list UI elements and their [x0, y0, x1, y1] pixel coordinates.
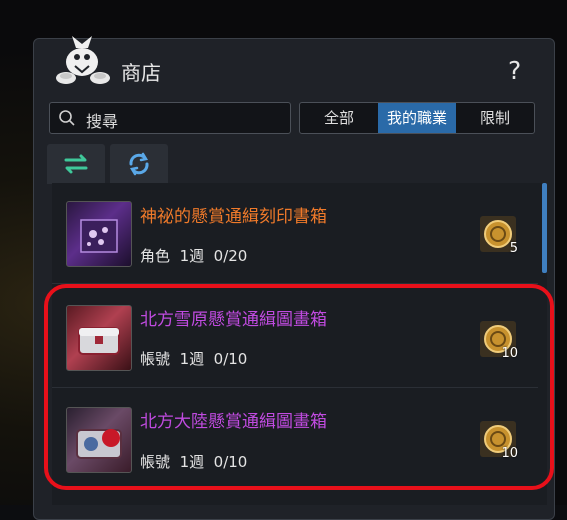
- filter-my-class[interactable]: 我的職業: [378, 103, 456, 133]
- tab-refresh[interactable]: [110, 144, 168, 184]
- shop-title: 商店: [121, 61, 161, 85]
- item-meta: 角色 1週 0/20: [140, 245, 247, 266]
- item-name: 神祕的懸賞通緝刻印書箱: [140, 207, 327, 227]
- list-item[interactable]: 神祕的懸賞通緝刻印書箱 角色 1週 0/20 5: [52, 183, 538, 283]
- scrollbar[interactable]: [542, 183, 547, 273]
- tab-exchange[interactable]: [47, 144, 105, 184]
- cost-amount: 5: [509, 241, 518, 256]
- refresh-icon: [129, 152, 149, 176]
- filter-all[interactable]: 全部: [300, 103, 378, 133]
- search-value: 搜尋: [86, 112, 119, 131]
- search-icon: [59, 110, 75, 126]
- item-limit: 0/20: [213, 247, 248, 265]
- box-icon: [80, 219, 118, 253]
- help-button[interactable]: ?: [508, 56, 521, 85]
- item-cost: 5: [480, 216, 518, 256]
- item-period: 1週: [179, 247, 205, 265]
- search-input[interactable]: 搜尋: [49, 102, 291, 134]
- item-thumbnail: [66, 201, 132, 267]
- filter-group: 全部 我的職業 限制: [299, 102, 535, 134]
- item-scope: 角色: [140, 247, 171, 265]
- filter-restricted[interactable]: 限制: [456, 103, 534, 133]
- exchange-icon: [64, 154, 88, 174]
- shop-logo-icon: [56, 36, 110, 84]
- highlight-outline: [44, 284, 554, 490]
